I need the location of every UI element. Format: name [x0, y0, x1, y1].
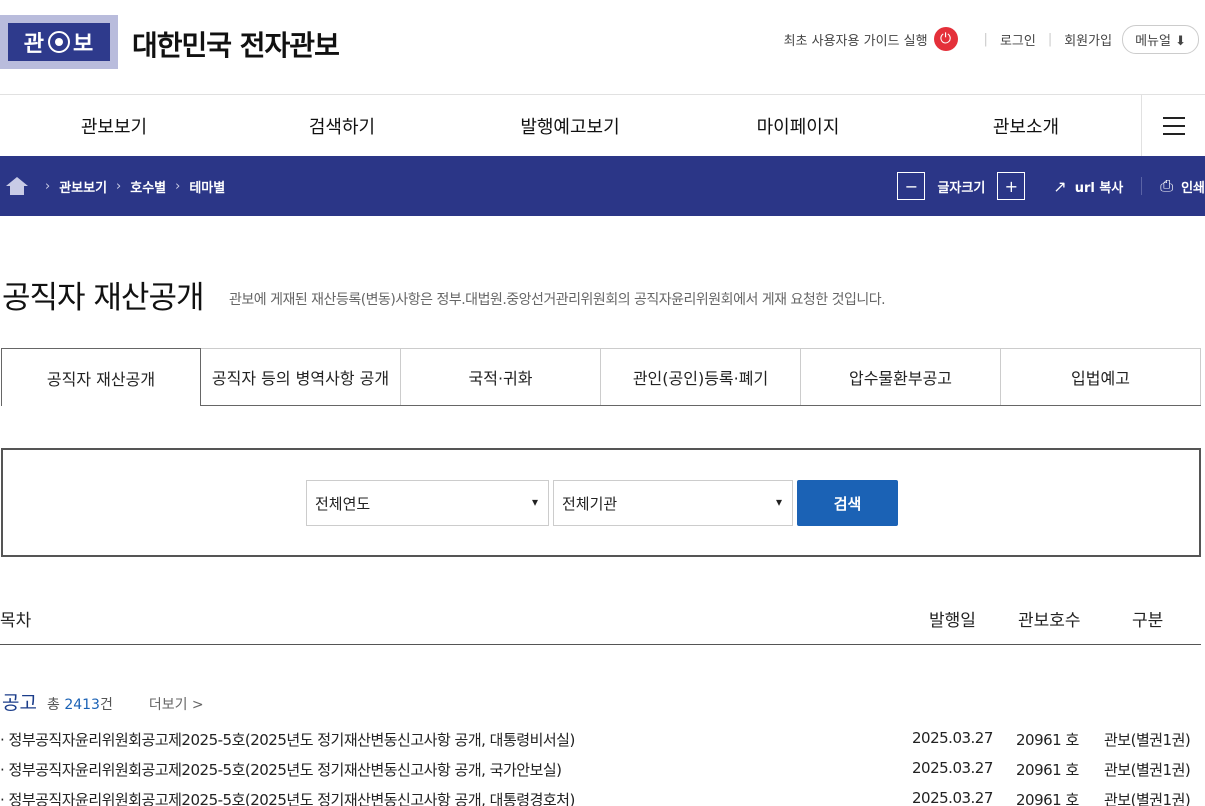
chevron-right-icon: › [116, 178, 122, 194]
header-toc: 목차 [0, 611, 32, 631]
manual-download-button[interactable]: 메뉴얼 ⬇ [1122, 24, 1199, 54]
list-item[interactable]: · 정부공직자윤리위원회공고제2025-5호(2025년도 정기재산변동신고사항… [0, 787, 1201, 806]
breadcrumb-item[interactable]: 관보보기 [59, 177, 107, 196]
site-title[interactable]: 대한민국 전자관보 [132, 24, 340, 64]
divider: | [1047, 31, 1053, 47]
breadcrumb: › 관보보기 › 호수별 › 테마별 [6, 156, 225, 216]
search-box: 전체연도 ▾ 전체기관 ▾ 검색 [1, 448, 1201, 557]
item-issue: 20961 호 [1016, 761, 1079, 779]
menu-bar [1162, 124, 1185, 127]
nav-item-search[interactable]: 검색하기 [228, 95, 456, 156]
list-item[interactable]: · 정부공직자윤리위원회공고제2025-5호(2025년도 정기재산변동신고사항… [0, 727, 1201, 751]
item-date: 2025.03.27 [912, 759, 993, 777]
tabs-underline [201, 405, 1201, 406]
page-tools: − 글자크기 + ↗ url 복사 ⎙ 인쇄 [897, 156, 1205, 216]
chevron-down-icon: ▾ [775, 495, 782, 509]
chevron-right-icon: › [175, 178, 181, 194]
url-copy-label: url 복사 [1074, 180, 1124, 196]
nav-item-preview[interactable]: 발행예고보기 [456, 95, 684, 156]
header-type: 구분 [1132, 611, 1164, 631]
menu-bar [1162, 116, 1185, 119]
total-count-value: 2413 [64, 697, 100, 713]
hamburger-menu-icon[interactable] [1141, 95, 1205, 156]
url-copy-button[interactable]: ↗ url 복사 [1053, 177, 1123, 196]
tab-seized-return[interactable]: 압수물환부공고 [801, 348, 1001, 406]
total-prefix: 총 [46, 697, 65, 713]
font-increase-button[interactable]: + [997, 172, 1026, 200]
login-link[interactable]: 로그인 [1000, 30, 1036, 49]
item-title[interactable]: · 정부공직자윤리위원회공고제2025-5호(2025년도 정기재산변동신고사항… [0, 759, 562, 780]
org-select[interactable]: 전체기관 ▾ [553, 480, 793, 526]
item-date: 2025.03.27 [912, 789, 993, 806]
tab-nationality[interactable]: 국적·귀화 [401, 348, 601, 406]
home-icon[interactable] [6, 177, 28, 195]
total-count: 총 2413건 [47, 694, 113, 714]
manual-label: 메뉴얼 [1135, 33, 1171, 49]
page-description: 관보에 게재된 재산등록(변동)사항은 정부.대법원.중앙선거관리위원회의 공직… [229, 292, 886, 308]
signup-link[interactable]: 회원가입 [1064, 30, 1112, 49]
tab-property-disclosure[interactable]: 공직자 재산공개 [1, 348, 201, 406]
location-bar: › 관보보기 › 호수별 › 테마별 − 글자크기 + ↗ url 복사 ⎙ 인… [0, 156, 1205, 216]
breadcrumb-item[interactable]: 테마별 [189, 177, 225, 196]
nav-item-mypage[interactable]: 마이페이지 [684, 95, 912, 156]
header-date: 발행일 [929, 611, 976, 631]
utility-menu: 최초 사용자용 가이드 실행 ⏻ | 로그인 | 회원가입 메뉴얼 ⬇ [784, 24, 1199, 54]
seal-icon [48, 31, 70, 53]
total-suffix: 건 [99, 697, 113, 713]
divider [1141, 177, 1143, 195]
nav-item-about[interactable]: 관보소개 [912, 95, 1140, 156]
guide-label[interactable]: 최초 사용자용 가이드 실행 [784, 30, 928, 49]
search-button[interactable]: 검색 [797, 480, 898, 526]
section-header: 공고 총 2413건 더보기 > [2, 688, 204, 714]
logo-text-left: 관 [23, 32, 45, 57]
chevron-right-icon: › [45, 178, 51, 194]
list-header: 목차 발행일 관보호수 구분 [0, 598, 1201, 645]
item-title[interactable]: · 정부공직자윤리위원회공고제2025-5호(2025년도 정기재산변동신고사항… [0, 729, 575, 750]
site-header: 관 보 대한민국 전자관보 최초 사용자용 가이드 실행 ⏻ | 로그인 | 회… [0, 0, 1205, 94]
logo-text-right: 보 [73, 32, 95, 57]
page-title: 공직자 재산공개 [2, 280, 204, 316]
year-select-value: 전체연도 [315, 494, 371, 513]
item-type: 관보(별권1권) [1104, 791, 1191, 806]
breadcrumb-item[interactable]: 호수별 [130, 177, 166, 196]
nav-item-view[interactable]: 관보보기 [0, 95, 228, 156]
item-date: 2025.03.27 [912, 729, 993, 747]
item-issue: 20961 호 [1016, 731, 1079, 749]
font-size-label: 글자크기 [937, 180, 986, 196]
header-issue: 관보호수 [1018, 611, 1081, 631]
main-nav: 관보보기 검색하기 발행예고보기 마이페이지 관보소개 [0, 94, 1205, 156]
item-type: 관보(별권1권) [1104, 731, 1191, 749]
logo-mark: 관 보 [8, 23, 110, 61]
more-link[interactable]: 더보기 > [149, 694, 204, 714]
download-icon: ⬇ [1175, 33, 1186, 49]
site-logo[interactable]: 관 보 [0, 15, 118, 69]
menu-bar [1162, 132, 1185, 135]
print-label: 인쇄 [1181, 180, 1205, 196]
tab-official-seal[interactable]: 관인(공인)등록·폐기 [601, 348, 801, 406]
tab-legislation-notice[interactable]: 입법예고 [1001, 348, 1201, 406]
year-select[interactable]: 전체연도 ▾ [306, 480, 549, 526]
item-type: 관보(별권1권) [1104, 761, 1191, 779]
print-button[interactable]: ⎙ 인쇄 [1160, 176, 1205, 196]
org-select-value: 전체기관 [562, 494, 618, 513]
section-title: 공고 [2, 692, 37, 714]
printer-icon: ⎙ [1160, 176, 1174, 195]
tab-military-service[interactable]: 공직자 등의 병역사항 공개 [201, 348, 401, 406]
chevron-down-icon: ▾ [531, 495, 538, 509]
item-title[interactable]: · 정부공직자윤리위원회공고제2025-5호(2025년도 정기재산변동신고사항… [0, 789, 575, 806]
tab-list: 공직자 재산공개 공직자 등의 병역사항 공개 국적·귀화 관인(공인)등록·폐… [1, 348, 1201, 406]
external-link-icon: ↗ [1053, 176, 1067, 196]
font-decrease-button[interactable]: − [897, 172, 926, 200]
power-icon[interactable]: ⏻ [933, 27, 958, 51]
item-issue: 20961 호 [1016, 791, 1079, 806]
divider: | [983, 31, 988, 47]
list-item[interactable]: · 정부공직자윤리위원회공고제2025-5호(2025년도 정기재산변동신고사항… [0, 757, 1201, 781]
